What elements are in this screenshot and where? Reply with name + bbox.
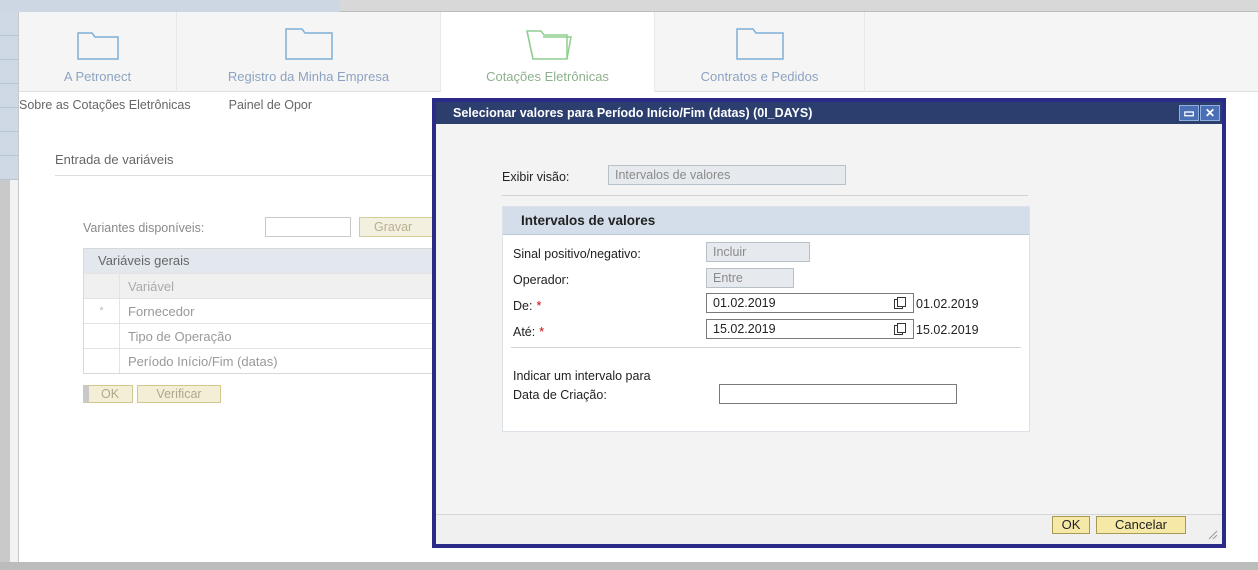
left-side-tab[interactable] [0,12,18,36]
from-label: De: * [513,299,541,313]
save-variant-button[interactable]: Gravar [359,217,439,237]
sign-label: Sinal positivo/negativo: [513,247,641,261]
value-intervals-group: Intervalos de valores Sinal positivo/neg… [502,206,1030,432]
nav-item-petronect[interactable]: A Petronect [19,12,177,92]
panel-divider [55,175,435,176]
window-frame-top-strip [340,0,1258,12]
row-label: Fornecedor [128,304,195,319]
nav-item-contratos[interactable]: Contratos e Pedidos [655,12,865,92]
from-date-display: 01.02.2019 [916,297,979,311]
window-frame-bottom [0,562,1258,570]
table-row[interactable]: * Fornecedor [84,298,442,323]
folder-icon [284,28,333,60]
left-side-tab[interactable] [0,36,18,60]
required-mark: * [539,325,545,339]
select-values-dialog: Selecionar valores para Período Início/F… [432,98,1226,548]
to-label: Até: * [513,325,544,339]
variants-label: Variantes disponíveis: [83,221,205,235]
ok-button[interactable]: OK [83,385,133,403]
view-label: Exibir visão: [502,170,570,184]
close-icon[interactable]: ✕ [1200,105,1220,121]
left-side-tabs [0,12,18,202]
variables-table: Variáveis gerais Variável * Fornecedor T… [83,248,443,374]
interval-label-line1: Indicar um intervalo para [513,369,651,383]
verify-button[interactable]: Verificar [137,385,221,403]
row-mark [84,274,120,298]
operator-field[interactable]: Entre [706,268,794,288]
nav-item-cotacoes[interactable]: Cotações Eletrônicas [441,12,655,92]
left-side-tab[interactable] [0,132,18,156]
left-side-tab[interactable] [0,156,18,180]
required-mark: * [84,299,120,323]
table-row[interactable]: Tipo de Operação [84,323,442,348]
dialog-title-bar[interactable]: Selecionar valores para Período Início/F… [436,102,1222,124]
row-label: Tipo de Operação [128,329,232,344]
calendar-icon[interactable] [894,297,906,309]
operator-label: Operador: [513,273,570,287]
group-divider [511,347,1021,348]
variables-table-header: Variáveis gerais [84,249,442,273]
dialog-body: Exibir visão: Intervalos de valores Inte… [436,124,1222,514]
calendar-icon[interactable] [894,323,906,335]
left-side-tab[interactable] [0,60,18,84]
top-navigation: A Petronect Registro da Minha Empresa Co… [19,12,1258,92]
maximize-icon[interactable]: ▭ [1179,105,1199,121]
sign-field[interactable]: Incluir [706,242,810,262]
interval-label-line2: Data de Criação: [513,388,607,402]
folder-icon [76,32,119,60]
resize-grip-icon[interactable] [1206,528,1218,540]
left-side-tab[interactable] [0,108,18,132]
group-title: Intervalos de valores [503,207,1029,235]
nav-item-label: A Petronect [63,69,132,84]
nav-item-registro[interactable]: Registro da Minha Empresa [177,12,441,92]
column-header-label[interactable]: Variável [120,274,174,298]
creation-date-input[interactable] [719,384,957,404]
nav-item-label: Contratos e Pedidos [700,69,819,84]
to-date-input[interactable]: 15.02.2019 [706,319,914,339]
row-mark [84,324,120,348]
dialog-divider [502,195,1028,196]
subnav-item-painel[interactable]: Painel de Opor [229,98,312,120]
subnav-item-sobre[interactable]: Sobre as Cotações Eletrônicas [19,98,191,120]
dialog-window-controls: ▭ ✕ [1179,105,1220,121]
ok-button[interactable]: OK [1052,516,1090,534]
from-date-input[interactable]: 01.02.2019 [706,293,914,313]
row-mark [84,349,120,373]
dialog-title: Selecionar valores para Período Início/F… [453,106,813,120]
nav-item-label: Registro da Minha Empresa [227,69,390,84]
panel-title: Entrada de variáveis [55,152,174,167]
row-label: Período Início/Fim (datas) [128,354,278,369]
variants-input[interactable] [265,217,351,237]
to-date-display: 15.02.2019 [916,323,979,337]
variables-column-header: Variável [84,273,442,298]
nav-item-label: Cotações Eletrônicas [486,69,609,84]
view-select[interactable]: Intervalos de valores [608,165,846,185]
from-label-text: De: [513,299,533,313]
open-folder-icon [525,30,572,60]
left-side-tab[interactable] [0,84,18,108]
to-label-text: Até: [513,325,536,339]
required-mark: * [536,299,542,313]
table-row[interactable]: Período Início/Fim (datas) [84,348,442,373]
folder-icon [735,28,784,60]
cancel-button[interactable]: Cancelar [1096,516,1186,534]
